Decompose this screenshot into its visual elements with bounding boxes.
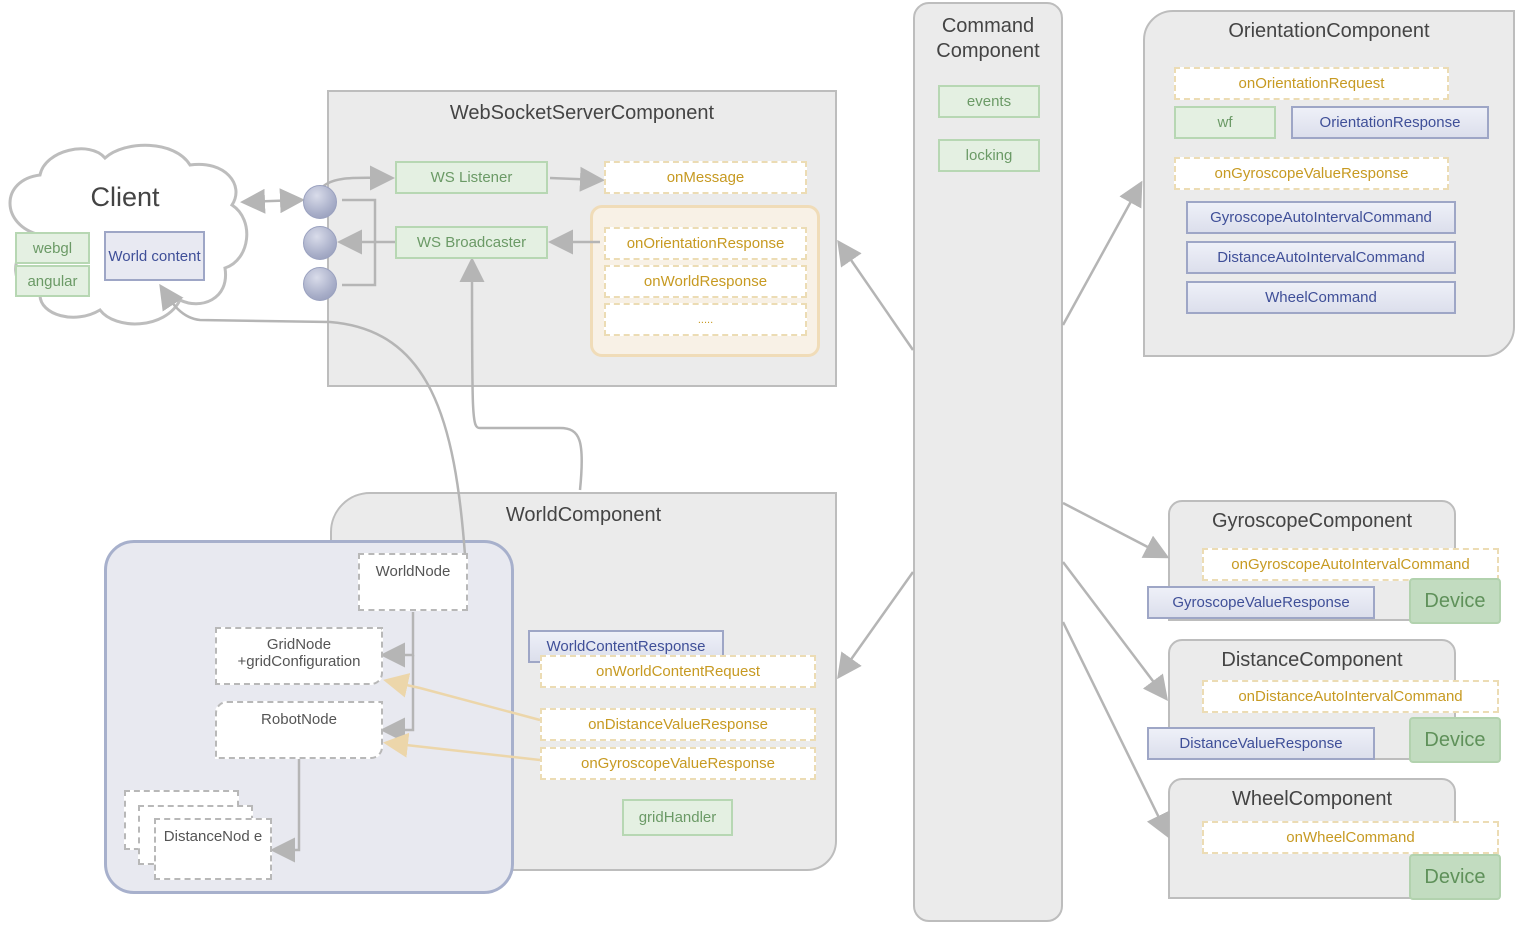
on-distance-auto-interval-command: onDistanceAutoIntervalCommand <box>1202 680 1499 713</box>
command-to-world <box>837 571 915 680</box>
connectors <box>8 143 1170 863</box>
worldnode-to-client <box>159 283 467 556</box>
command-to-distance <box>1062 561 1169 701</box>
client-ws-link <box>240 188 305 214</box>
robot-node: RobotNode <box>215 701 383 759</box>
on-distance-value-response: onDistanceValueResponse <box>540 708 816 741</box>
orientation-response: OrientationResponse <box>1291 106 1489 139</box>
locking-box: locking <box>938 139 1040 172</box>
on-world-content-request: onWorldContentRequest <box>540 655 816 688</box>
gyroscope-value-response: GyroscopeValueResponse <box>1147 586 1375 619</box>
grid-node-title: GridNode <box>266 636 332 653</box>
distance-auto-interval-command: DistanceAutoIntervalCommand <box>1186 241 1456 274</box>
on-wheel-command: onWheelCommand <box>1202 821 1499 854</box>
gyroscope-response-to-robotnode <box>383 732 541 762</box>
distance-node: DistanceNod e <box>154 818 272 880</box>
on-gyroscope-value-response: onGyroscopeValueResponse <box>1174 157 1449 190</box>
world-content-box: World content <box>104 231 205 281</box>
more-handlers: ..... <box>604 303 807 336</box>
angular-box: angular <box>15 265 90 297</box>
wf-box: wf <box>1174 106 1276 139</box>
events-box: events <box>938 85 1040 118</box>
on-world-response: onWorldResponse <box>604 265 807 298</box>
distance-response-to-gridnode <box>383 673 541 722</box>
gyroscope-auto-interval-command: GyroscopeAutoIntervalCommand <box>1186 201 1456 234</box>
socket-port-icon <box>303 267 337 301</box>
socket-port-icon <box>303 226 337 260</box>
world-to-broadcaster <box>459 257 584 491</box>
command-to-orientation <box>1061 180 1143 326</box>
listener-to-onmessage <box>549 166 605 192</box>
grid-node: GridNode +gridConfiguration <box>215 627 383 685</box>
socket-port-icon <box>303 185 337 219</box>
gyroscope-device: Device <box>1409 578 1501 624</box>
worldnode-to-robotnode <box>380 655 415 743</box>
worldnode-to-gridnode <box>380 612 415 668</box>
distance-value-response: DistanceValueResponse <box>1147 727 1375 760</box>
client-title: Client <box>90 182 160 212</box>
command-to-websocket <box>837 239 915 351</box>
on-message: onMessage <box>604 161 807 194</box>
on-orientation-request: onOrientationRequest <box>1174 67 1449 100</box>
ws-broadcaster: WS Broadcaster <box>395 226 548 259</box>
grid-node-config: +gridConfiguration <box>237 653 361 670</box>
wheel-command: WheelCommand <box>1186 281 1456 314</box>
webgl-box: webgl <box>15 232 90 264</box>
on-orientation-response: onOrientationResponse <box>604 227 807 260</box>
broadcaster-to-ports <box>342 198 395 287</box>
world-node: WorldNode <box>358 553 468 611</box>
robotnode-to-distancenode <box>270 758 301 863</box>
ws-listener: WS Listener <box>395 161 548 194</box>
on-gyroscope-auto-interval-command: onGyroscopeAutoIntervalCommand <box>1202 548 1499 581</box>
on-gyroscope-value-response-world: onGyroscopeValueResponse <box>540 747 816 780</box>
wheel-device: Device <box>1409 854 1501 900</box>
command-to-gyroscope <box>1062 501 1170 559</box>
grid-handler: gridHandler <box>622 799 733 836</box>
distance-device: Device <box>1409 717 1501 763</box>
